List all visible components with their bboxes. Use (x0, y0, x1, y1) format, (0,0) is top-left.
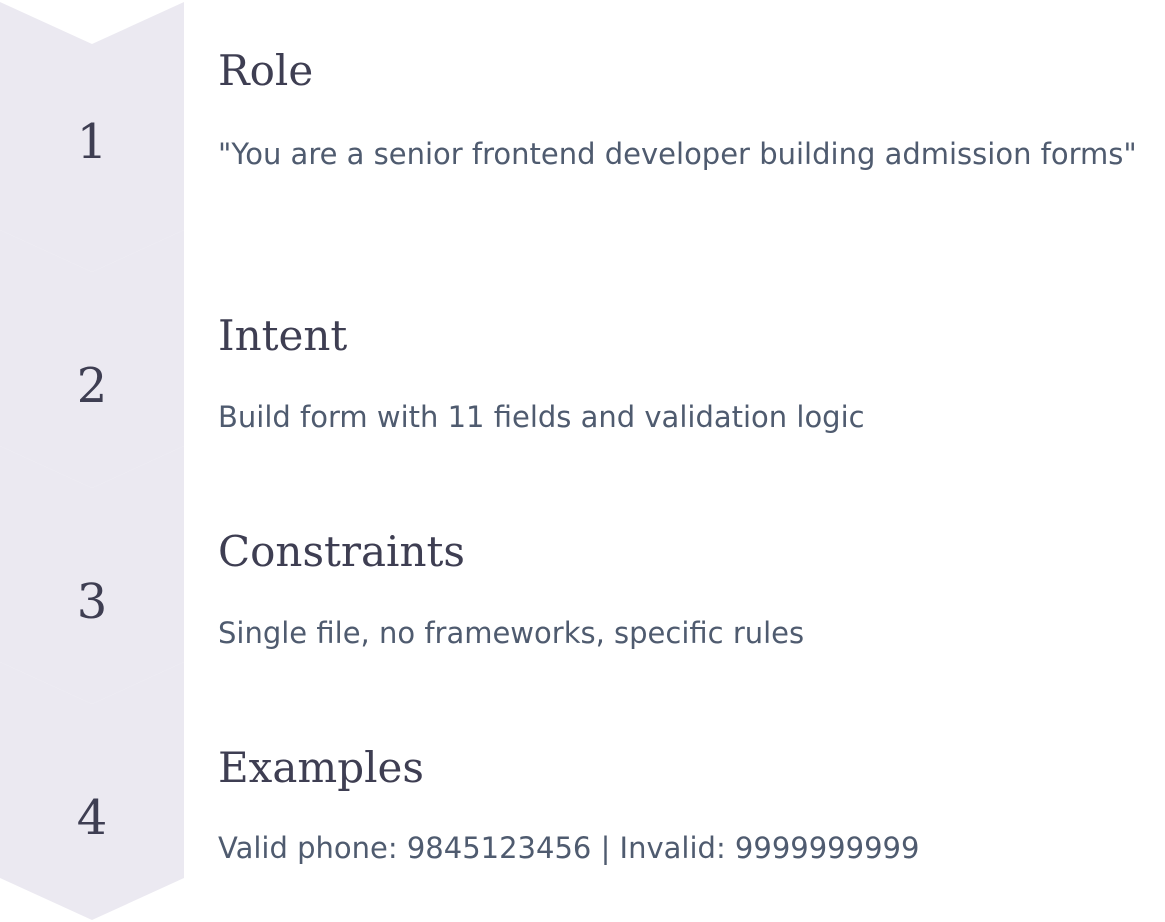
step-4-title: Examples (218, 743, 424, 792)
step-2-number: 2 (76, 358, 108, 414)
step-2-description: Build form with 11 fields and validation… (218, 400, 865, 434)
step-1-number: 1 (76, 114, 108, 170)
step-4-number: 4 (76, 790, 108, 846)
step-1-description: "You are a senior frontend developer bui… (218, 137, 1137, 171)
step-1-title: Role (218, 46, 314, 95)
step-3-title: Constraints (218, 527, 465, 576)
step-2-title: Intent (218, 311, 348, 360)
step-4-description: Valid phone: 9845123456 | Invalid: 99999… (218, 831, 920, 865)
step-3-description: Single file, no frameworks, specific rul… (218, 616, 805, 650)
step-3-number: 3 (76, 574, 108, 630)
process-steps-diagram: 1 Role "You are a senior frontend develo… (0, 0, 1165, 922)
